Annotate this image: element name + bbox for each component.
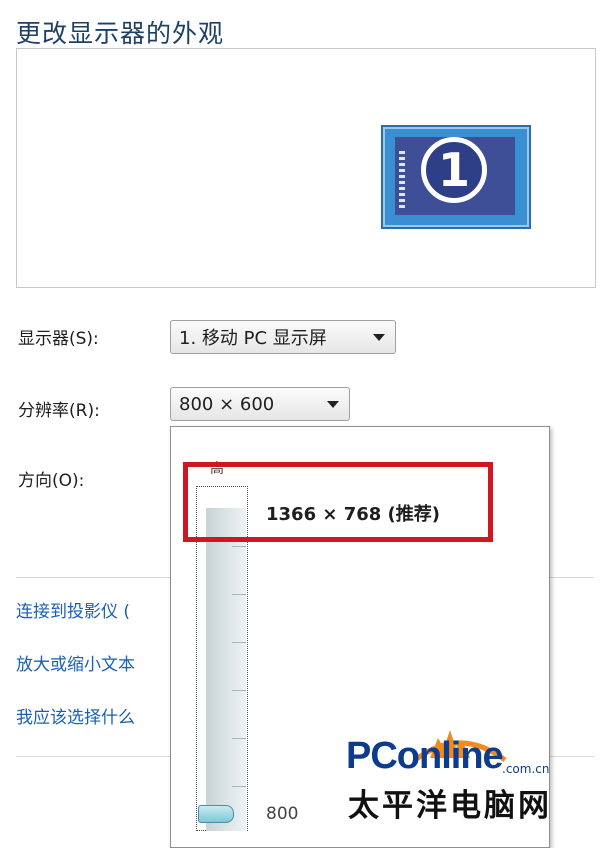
monitor-number-badge: 1 [421,137,487,203]
page-title: 更改显示器的外观 [16,19,225,48]
display-select[interactable]: 1. 移动 PC 显示屏 [170,320,396,354]
resolution-select[interactable]: 800 × 600 [170,387,350,421]
link-text-size[interactable]: 放大或缩小文本 [16,650,135,675]
resolution-label: 分辨率(R): [18,401,100,421]
slider-thumb-icon[interactable] [198,805,234,823]
link-which-settings[interactable]: 我应该选择什么 [16,703,135,728]
slider-tick [232,546,246,547]
resolution-select-value: 800 × 600 [179,393,275,415]
monitor-screen: 1 [395,137,515,215]
link-connect-projector[interactable]: 连接到投影仪 ( [16,597,130,622]
monitor-preview-icon[interactable]: 1 [381,125,531,229]
watermark-brand: PConline [346,735,504,777]
chevron-down-icon [327,401,339,408]
slider-low-label: 800 [266,804,299,824]
resolution-slider-track[interactable] [206,508,246,831]
display-label: 显示器(S): [18,329,99,349]
slider-tick [232,594,246,595]
orientation-label: 方向(O): [18,471,85,491]
watermark-cn-name: 太平洋电脑网 [348,788,552,824]
slider-tick [232,738,246,739]
watermark-domain: .com.cn [502,762,550,776]
display-select-value: 1. 移动 PC 显示屏 [179,328,327,349]
monitor-desktop-icons [399,151,405,211]
slider-tick [232,786,246,787]
slider-tick [232,690,246,691]
highlight-box [183,462,493,542]
chevron-down-icon [373,334,385,341]
slider-tick [232,642,246,643]
